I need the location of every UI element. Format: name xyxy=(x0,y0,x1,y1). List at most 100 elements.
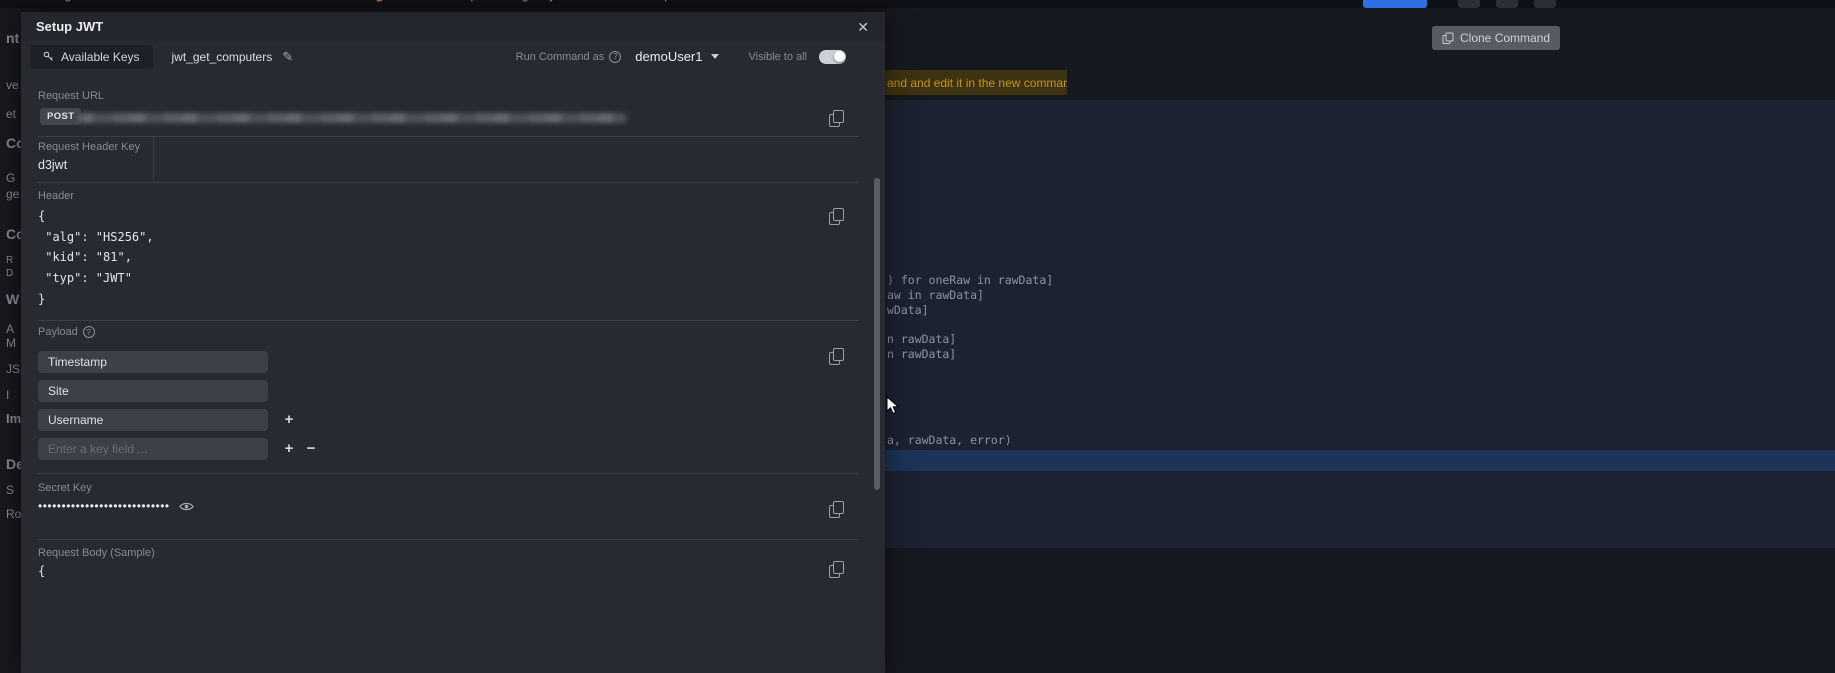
sidebar-fragment: nt xyxy=(6,30,20,46)
toolbar-icon[interactable] xyxy=(1496,0,1518,8)
add-field-icon[interactable]: + xyxy=(281,440,297,458)
sidebar-fragment: ve xyxy=(6,78,19,92)
add-field-icon[interactable]: + xyxy=(281,411,297,429)
code-line: ) for oneRaw in rawData] xyxy=(887,273,1054,287)
http-method-badge: POST xyxy=(40,108,82,125)
toolbar-icon[interactable] xyxy=(1458,0,1480,8)
modal-title: Setup JWT xyxy=(36,19,104,34)
copy-request-body-icon[interactable] xyxy=(829,561,844,578)
request-header-key-value: d3jwt xyxy=(38,158,68,172)
request-header-key-label: Request Header Key xyxy=(38,141,141,153)
modal-scrollbar-thumb[interactable] xyxy=(874,178,880,490)
payload-field-username[interactable] xyxy=(38,409,268,431)
payload-field-site[interactable] xyxy=(38,380,268,402)
secret-key-row: •••••••••••••••••••••••••••• xyxy=(38,499,194,513)
tab-investigation-dashboard[interactable]: Investigation Dashboard xyxy=(30,0,159,2)
request-body-json: { xyxy=(38,561,45,582)
sidebar-fragment: Co xyxy=(6,226,21,242)
run-command-as-label: Run Command as xyxy=(515,50,605,63)
code-line: aw in rawData] xyxy=(887,288,984,302)
primary-action-button[interactable] xyxy=(1363,0,1427,8)
clone-command-label: Clone Command xyxy=(1460,31,1551,45)
menu-icon[interactable] xyxy=(1534,0,1556,8)
top-navigation: Investigation Dashboard MITRE ATT&CK Mon… xyxy=(0,0,1835,8)
help-icon[interactable]: ? xyxy=(82,326,95,338)
sidebar-fragment: De xyxy=(6,456,21,472)
tab-report-label: Report xyxy=(649,0,685,2)
sidebar-fragment: ge xyxy=(6,187,20,201)
available-keys-button[interactable]: Available Keys xyxy=(30,44,153,69)
sidebar-fragment: R xyxy=(6,255,14,266)
warning-text: and and edit it in the new command. xyxy=(887,75,1067,90)
json-line: { xyxy=(38,209,46,223)
sidebar-fragment: Ro xyxy=(6,507,21,521)
warning-banner: and and edit it in the new command. xyxy=(885,70,1067,95)
command-editor-pane: Clone Command and and edit it in the new… xyxy=(885,8,1835,673)
modal-header: Setup JWT ✕ xyxy=(21,12,885,41)
sidebar-fragment: W xyxy=(6,291,20,307)
tab-preprocessing-playbook-viewer[interactable]: Preprocessing Playbook Viewer xyxy=(452,0,621,2)
tab-mitre-attack-monitor[interactable]: MITRE ATT&CK Monitor xyxy=(187,0,317,2)
sidebar-clipped: nt ve et Co G ge Co R D W A M JS I Im De… xyxy=(0,8,21,673)
tab-configuration[interactable]: Configuration xyxy=(345,0,424,2)
available-keys-label: Available Keys xyxy=(61,49,140,64)
sidebar-fragment: Im xyxy=(6,411,21,426)
toggle-knob xyxy=(833,51,845,62)
request-url-redacted xyxy=(79,113,627,123)
json-line: { xyxy=(38,564,46,578)
visible-to-all-toggle[interactable] xyxy=(819,49,846,64)
divider xyxy=(38,182,859,183)
payload-field-timestamp[interactable] xyxy=(38,351,268,373)
json-line: "alg": "HS256", xyxy=(38,229,154,244)
secret-key-masked-value: •••••••••••••••••••••••••••• xyxy=(38,499,170,513)
sidebar-fragment: M xyxy=(6,336,16,350)
json-line: "typ": "JWT" xyxy=(38,271,132,286)
payload-label-row: Payload ? xyxy=(38,326,95,338)
request-url-label: Request URL xyxy=(38,90,105,102)
chevron-down-icon xyxy=(710,54,719,59)
sidebar-fragment: G xyxy=(6,171,16,185)
clone-command-button[interactable]: Clone Command xyxy=(1432,26,1561,50)
command-name: jwt_get_computers xyxy=(171,49,273,64)
remove-field-icon[interactable]: − xyxy=(303,440,319,458)
code-line: wData] xyxy=(887,303,929,317)
payload-label: Payload xyxy=(38,326,78,338)
sidebar-fragment: I xyxy=(6,388,10,402)
sidebar-fragment: S xyxy=(6,483,15,497)
secret-key-label: Secret Key xyxy=(38,482,92,494)
json-line: "kid": "81", xyxy=(38,250,132,265)
eye-icon[interactable] xyxy=(178,501,194,512)
copy-secret-key-icon[interactable] xyxy=(829,501,844,518)
sidebar-fragment: A xyxy=(6,322,15,336)
edit-pencil-icon[interactable]: ✎ xyxy=(282,49,293,65)
divider xyxy=(38,473,859,474)
copy-payload-icon[interactable] xyxy=(829,348,844,365)
visible-to-all-label: Visible to all xyxy=(748,50,808,63)
sidebar-fragment: Co xyxy=(6,135,21,151)
copy-header-icon[interactable] xyxy=(829,208,844,225)
sidebar-fragment: JS xyxy=(6,362,21,376)
run-as-user-value: demoUser1 xyxy=(635,49,703,64)
run-as-user-dropdown[interactable]: demoUser1 xyxy=(635,49,719,64)
new-payload-field-input[interactable] xyxy=(38,438,268,460)
request-body-label: Request Body (Sample) xyxy=(38,547,155,559)
key-icon xyxy=(43,51,53,61)
copy-request-url-icon[interactable] xyxy=(829,110,844,127)
help-icon[interactable]: ? xyxy=(609,50,622,63)
code-editor: ) for oneRaw in rawData] aw in rawData] … xyxy=(885,100,1835,548)
sidebar-fragment: et xyxy=(6,107,17,121)
column-divider xyxy=(153,136,154,182)
code-line: n rawData] xyxy=(887,332,957,346)
tab-report[interactable]: Report xyxy=(649,0,698,2)
header-json: { "alg": "HS256", "kid": "81", "typ": "J… xyxy=(38,206,154,310)
mouse-cursor xyxy=(886,395,900,421)
divider xyxy=(38,539,859,540)
nav-tabs: Investigation Dashboard MITRE ATT&CK Mon… xyxy=(30,0,698,8)
divider xyxy=(38,320,859,321)
setup-jwt-modal: Setup JWT ✕ Available Keys jwt_get_compu… xyxy=(21,12,885,673)
selected-code-row xyxy=(885,450,1835,471)
code-line: n rawData] xyxy=(887,347,957,361)
close-icon[interactable]: ✕ xyxy=(857,20,869,34)
divider xyxy=(38,136,859,137)
modal-toolbar: Available Keys jwt_get_computers ✎ Run C… xyxy=(21,41,885,72)
